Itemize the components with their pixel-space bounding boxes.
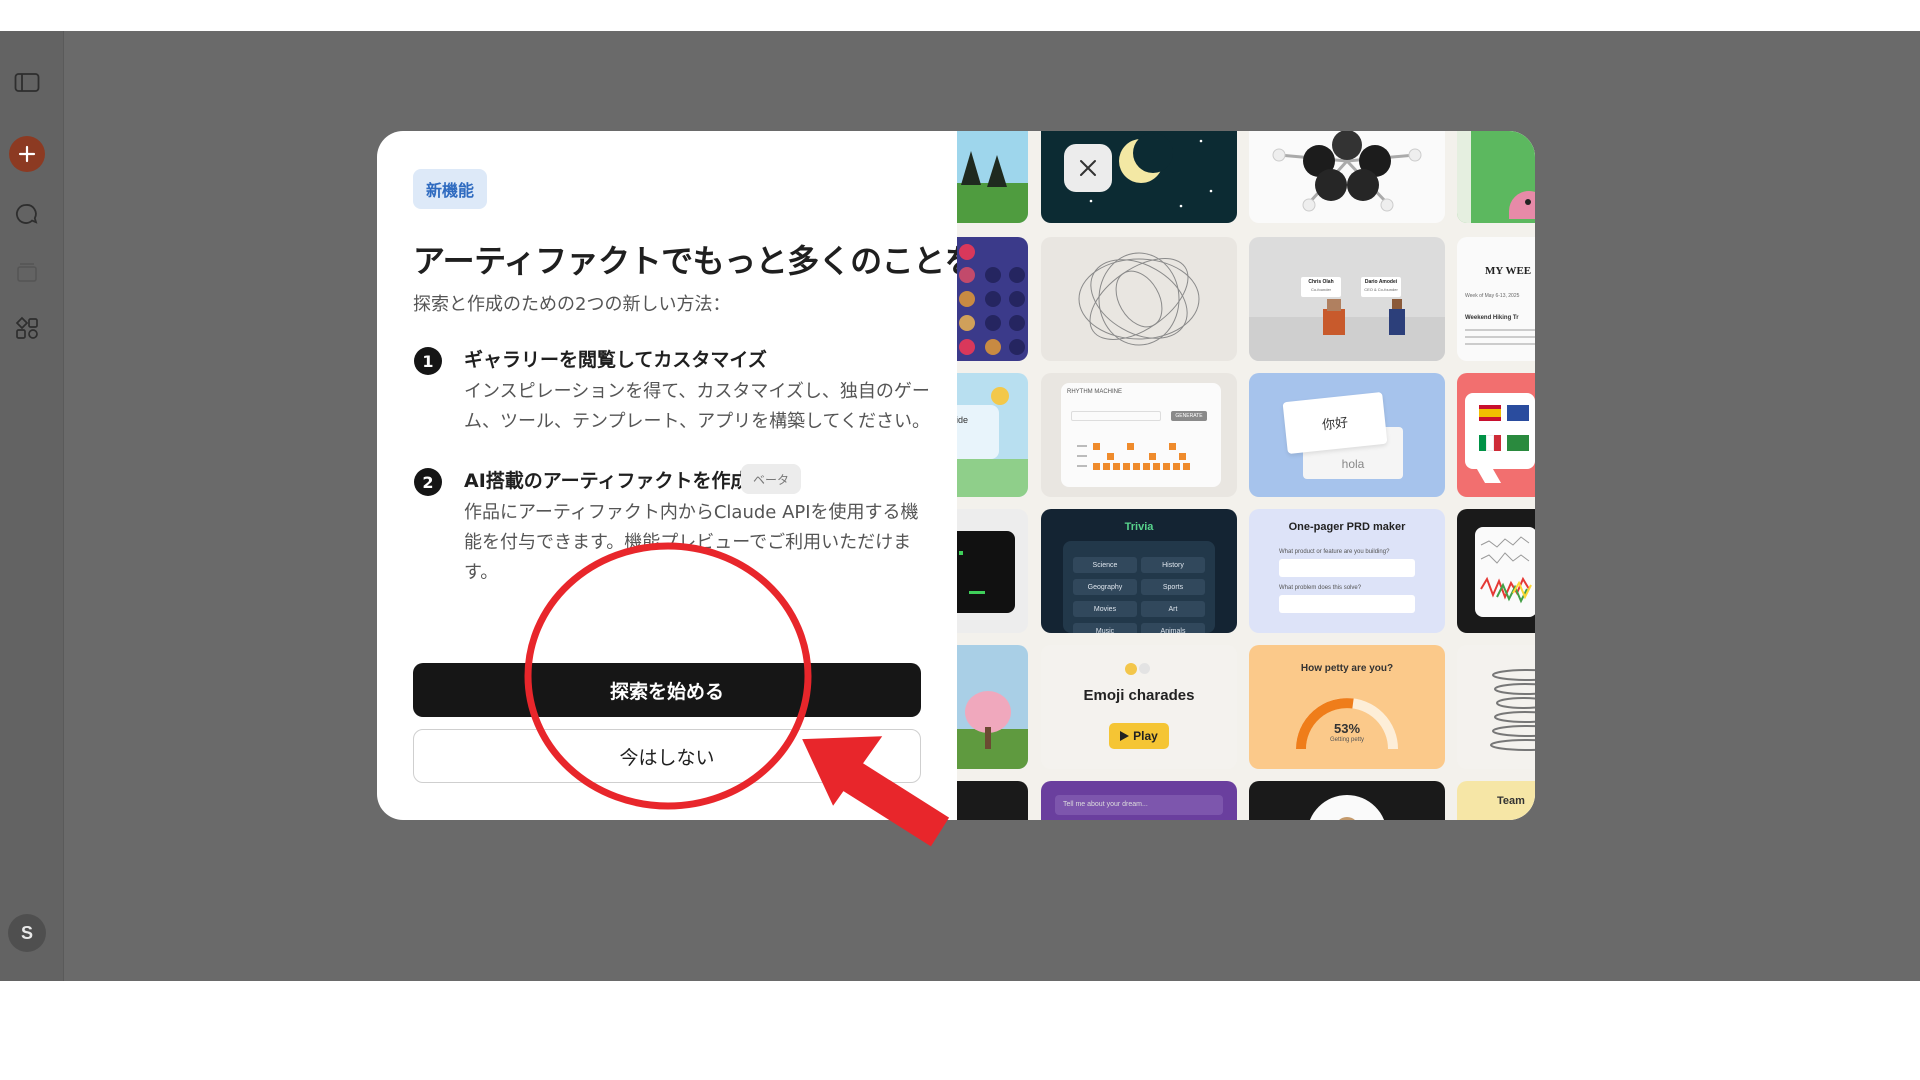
prd-question-2: What problem does this solve?	[1279, 585, 1362, 591]
outside-label: tside	[957, 415, 969, 425]
planner-title: MY WEE	[1485, 265, 1532, 277]
trivia-category: Geography	[1073, 579, 1137, 595]
new-feature-badge: 新機能	[413, 169, 488, 209]
planner-week: Week of May 6-13, 2025	[1465, 293, 1520, 299]
petty-gauge	[1296, 698, 1398, 750]
gallery-tile-blossom[interactable]	[957, 645, 1028, 769]
plus-icon	[18, 145, 36, 163]
trivia-category: Art	[1141, 601, 1205, 617]
tree-icon	[961, 151, 1007, 187]
close-icon	[1080, 160, 1096, 176]
trivia-category: Music	[1073, 623, 1137, 633]
trivia-category: Animals	[1141, 623, 1205, 633]
gallery-tile-dream[interactable]: Tell me about your dream...	[1041, 781, 1237, 820]
gallery-tile-game[interactable]	[1457, 131, 1535, 223]
gallery-tile-prd-maker[interactable]: One-pager PRD maker What product or feat…	[1249, 509, 1445, 633]
petty-label: Getting petty	[1329, 737, 1365, 743]
projects-icon[interactable]	[12, 257, 42, 287]
feature-1-title: ギャラリーを閲覧してカスタマイズ	[464, 349, 767, 371]
gallery-tile-flashcards[interactable]: hola 你好	[1249, 373, 1445, 497]
artifacts-intro-modal: 新機能 アーティファクトでもっと多くのことを 探索と作成のための2つの新しい方法…	[377, 131, 1535, 820]
meeting-right-role: CEO & Co-founder	[1364, 287, 1398, 292]
knot-icon	[1078, 252, 1200, 346]
gallery-tile-outside[interactable]: tside	[957, 373, 1028, 497]
modal-subtitle: 探索と作成のための2つの新しい方法：	[413, 294, 731, 315]
spain-flag-icon	[1479, 405, 1501, 421]
emoji-play-button: Play	[1109, 723, 1169, 749]
line-chart-icon	[1480, 536, 1532, 604]
trivia-category: History	[1141, 557, 1205, 573]
gallery-tile-knot[interactable]	[1041, 237, 1237, 361]
step-2-number: 2	[414, 468, 442, 496]
spiral-icon	[1490, 669, 1535, 751]
beat-grid	[1077, 443, 1190, 470]
gallery-tile-3d-meeting[interactable]: Chris Olah Co-founder Dario Amodei CEO &…	[1249, 237, 1445, 361]
gallery-tile-trivia[interactable]: Trivia Science History Geography Sports …	[1041, 509, 1237, 633]
sidebar: S	[0, 31, 64, 981]
modal-content: 新機能 アーティファクトでもっと多くのことを 探索と作成のための2つの新しい方法…	[377, 131, 977, 820]
not-now-button[interactable]: 今はしない	[413, 729, 921, 783]
gallery-tile-team[interactable]: Team	[1457, 781, 1535, 820]
gallery-tile-spiral[interactable]	[1457, 645, 1535, 769]
gallery-tile-petty-meter[interactable]: How petty are you? 53% Getting petty	[1249, 645, 1445, 769]
gallery-tile-forest[interactable]	[957, 131, 1028, 223]
start-exploring-button[interactable]: 探索を始める	[413, 663, 921, 717]
gallery-tile-terminal[interactable]	[957, 509, 1028, 633]
petty-percent: 53%	[1333, 721, 1361, 736]
gallery-tile-rhythm-machine[interactable]: RHYTHM MACHINE GENERATE	[1041, 373, 1237, 497]
artifacts-icon[interactable]	[12, 313, 42, 343]
step-1-number: 1	[414, 347, 442, 375]
modal-title: アーティファクトでもっと多くのことを	[413, 242, 977, 280]
gallery-tile-chart[interactable]	[1457, 509, 1535, 633]
gallery-tile-avatar[interactable]	[1249, 781, 1445, 820]
beta-badge: ベータ	[741, 464, 802, 494]
prd-question-1: What product or feature are you building…	[1279, 549, 1390, 555]
feature-2-title: AI搭載のアーティファクトを作成	[464, 470, 750, 492]
user-avatar[interactable]: S	[8, 914, 46, 952]
chat-icon[interactable]	[12, 200, 42, 230]
emoji-charades-title: Emoji charades	[1083, 687, 1195, 704]
prd-title: One-pager PRD maker	[1288, 521, 1406, 533]
trivia-category: Sports	[1141, 579, 1205, 595]
meeting-left-name: Chris Olah	[1308, 279, 1334, 285]
trivia-category: Science	[1073, 557, 1137, 573]
gallery-tile-dark[interactable]	[957, 781, 1028, 820]
close-modal-button[interactable]	[1064, 144, 1112, 192]
play-icon	[1120, 731, 1130, 741]
artifact-gallery: tside RHYTHM MACHINE	[957, 131, 1535, 820]
meeting-right-name: Dario Amodei	[1364, 279, 1398, 285]
gallery-tile-molecule[interactable]	[1249, 131, 1445, 223]
italy-flag-icon	[1479, 435, 1502, 451]
gallery-tile-languages[interactable]	[1457, 373, 1535, 497]
sidebar-toggle-icon[interactable]	[12, 68, 42, 98]
meeting-left-role: Co-founder	[1310, 287, 1331, 292]
team-label: Team	[1497, 795, 1525, 807]
trivia-title: Trivia	[1124, 521, 1154, 533]
feature-2-description: 作品にアーティファクト内からClaude APIを使用する機能を付与できます。機…	[464, 502, 919, 583]
gallery-tile-connect-four[interactable]	[957, 237, 1028, 361]
gallery-tile-weekly-planner[interactable]: MY WEE Week of May 6-13, 2025 Weekend Hi…	[1457, 237, 1535, 361]
connect-four-board	[959, 244, 1025, 355]
dream-input: Tell me about your dream...	[1055, 795, 1223, 815]
new-chat-button[interactable]	[9, 136, 45, 172]
molecule-icon	[1272, 131, 1422, 212]
trivia-category: Movies	[1073, 601, 1137, 617]
flashcard-back: hola	[1341, 457, 1365, 471]
gallery-tile-emoji-charades[interactable]: Emoji charades Play	[1041, 645, 1237, 769]
planner-heading: Weekend Hiking Tr	[1465, 315, 1519, 321]
feature-1-description: インスピレーションを得て、カスタマイズし、独自のゲーム、ツール、テンプレート、ア…	[464, 381, 931, 432]
